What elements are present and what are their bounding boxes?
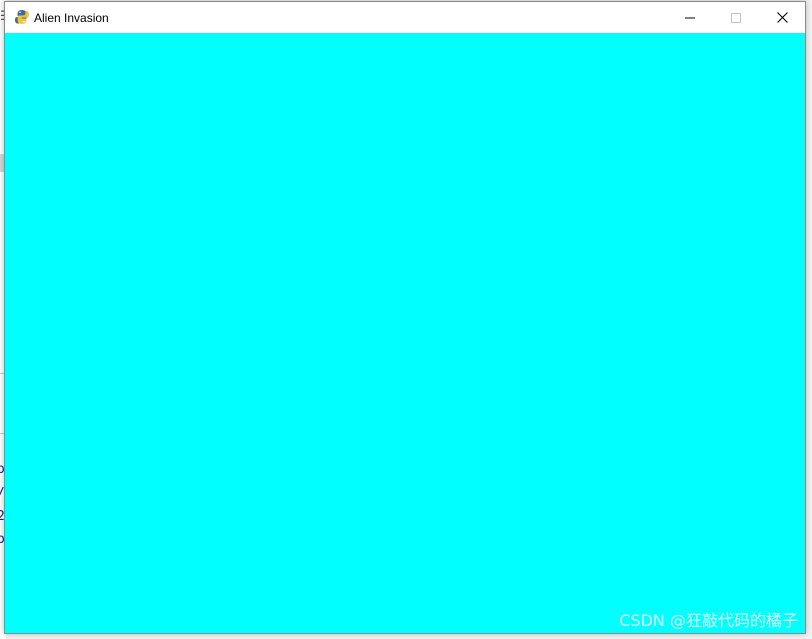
csdn-watermark: CSDN @狂敲代码的橘子 xyxy=(619,611,798,630)
maximize-icon xyxy=(731,12,741,23)
minimize-icon xyxy=(685,17,695,18)
window-titlebar[interactable]: Alien Invasion xyxy=(5,2,805,33)
pygame-snake-icon[interactable] xyxy=(14,9,30,25)
game-surface[interactable] xyxy=(5,33,805,633)
maximize-button[interactable] xyxy=(713,2,759,33)
close-icon xyxy=(776,12,788,23)
window-title: Alien Invasion xyxy=(34,11,109,25)
alien-invasion-window[interactable]: Alien Invasion xyxy=(4,1,806,634)
close-button[interactable] xyxy=(759,2,805,33)
minimize-button[interactable] xyxy=(667,2,713,33)
